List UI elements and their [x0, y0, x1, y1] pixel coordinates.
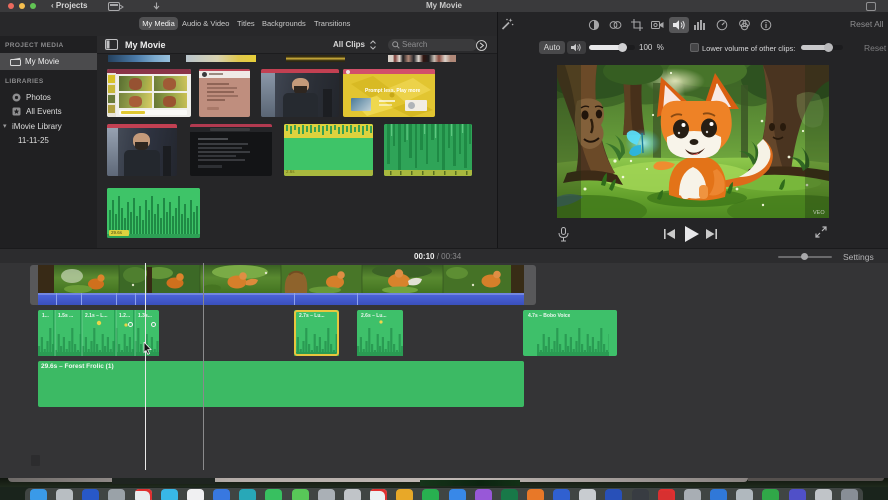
- svg-text:VEO: VEO: [813, 210, 825, 216]
